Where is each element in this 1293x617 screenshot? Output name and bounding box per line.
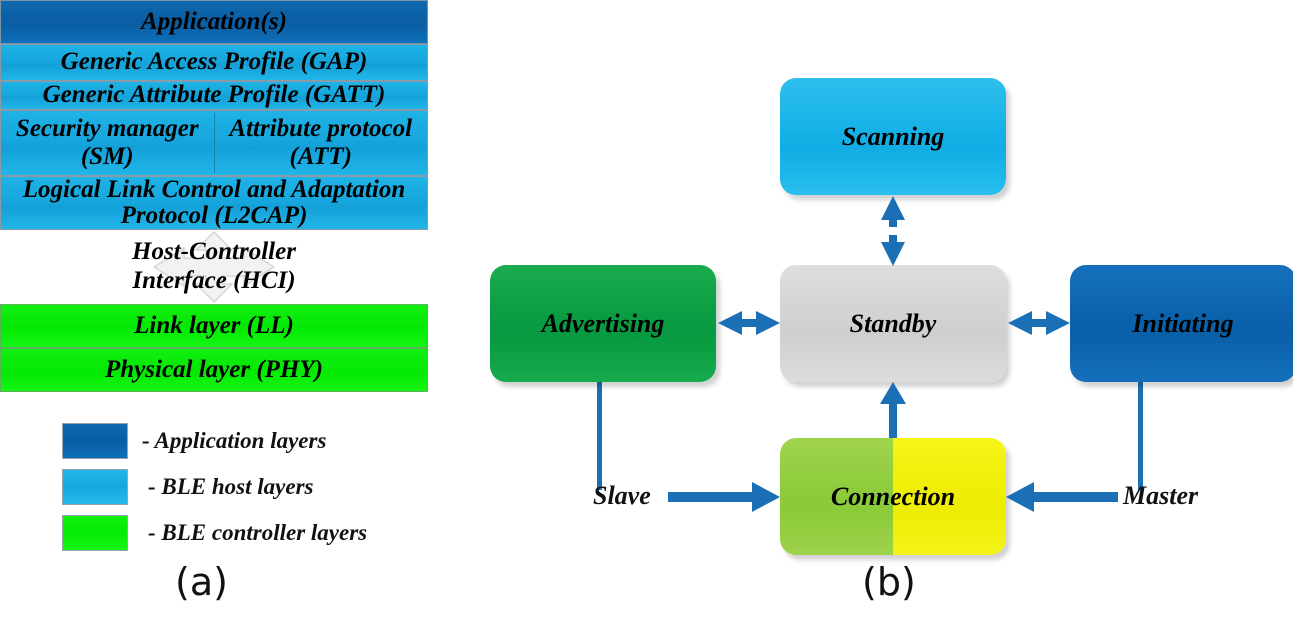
stack-row-label: Logical Link Control and Adaptation Prot…	[22, 175, 406, 229]
stack-cell-attribute-protocol: Attribute protocol (ATT)	[215, 113, 428, 173]
state-label: Standby	[849, 308, 937, 338]
legend-swatch-ble-controller	[62, 515, 128, 551]
legend-item-ble-host-layers: - BLE host layers	[62, 464, 432, 510]
legend-item-ble-controller-layers: - BLE controller layers	[62, 510, 432, 556]
legend: - Application layers - BLE host layers -…	[62, 418, 432, 556]
stack-row-label: Link layer (LL)	[134, 311, 294, 339]
state-label: Advertising	[541, 308, 665, 338]
edge-label-master: Master	[1123, 481, 1199, 510]
panel-a-caption: (a)	[175, 560, 228, 604]
stack-row-gatt: Generic Attribute Profile (GATT)	[0, 81, 428, 110]
legend-label: - Application layers	[142, 428, 327, 453]
stack-row-l2cap: Logical Link Control and Adaptation Prot…	[0, 176, 428, 230]
stack-row-label: Application(s)	[141, 7, 287, 35]
state-box-standby[interactable]: Standby	[780, 265, 1006, 382]
stack-row-sm-att: Security manager (SM) Attribute protocol…	[0, 110, 428, 176]
hci-label-line1: Host-Controller	[132, 238, 296, 266]
arrow-slave-to-connection	[668, 482, 780, 512]
state-box-scanning[interactable]: Scanning	[780, 78, 1006, 195]
stack-row-application: Application(s)	[0, 0, 428, 44]
legend-item-application-layers: - Application layers	[62, 418, 432, 464]
stack-cell-label: Attribute protocol (ATT)	[229, 115, 413, 170]
stack-cell-label: Security manager (SM)	[15, 115, 199, 170]
arrow-connection-to-standby	[880, 382, 906, 440]
edge-label-slave: Slave	[593, 481, 651, 510]
state-box-connection[interactable]: Connection	[780, 438, 1006, 555]
legend-label: - BLE host layers	[148, 474, 314, 499]
arrow-standby-scanning	[881, 196, 905, 266]
state-label: Initiating	[1132, 308, 1234, 338]
stack-row-gap: Generic Access Profile (GAP)	[0, 44, 428, 81]
hci-label-line2: Interface (HCI)	[132, 267, 296, 294]
stack-row-link-layer: Link layer (LL)	[0, 304, 428, 348]
arrow-advertising-standby	[718, 311, 780, 335]
state-box-initiating[interactable]: Initiating	[1070, 265, 1293, 382]
stack-cell-security-manager: Security manager (SM)	[1, 113, 215, 173]
stack-row-label: Physical layer (PHY)	[105, 355, 323, 383]
state-label: Scanning	[841, 121, 945, 151]
ble-protocol-stack-panel: Application(s) Generic Access Profile (G…	[0, 0, 440, 617]
state-label: Connection	[830, 481, 956, 511]
host-controller-interface-band: Host-Controller Interface (HCI)	[0, 230, 428, 304]
arrow-master-to-connection	[1006, 482, 1118, 512]
stack-row-label: Generic Attribute Profile (GATT)	[42, 81, 386, 109]
hci-label: Host-Controller Interface (HCI)	[132, 238, 296, 296]
arrow-standby-initiating	[1008, 311, 1070, 335]
state-box-advertising[interactable]: Advertising	[490, 265, 716, 382]
legend-swatch-ble-host	[62, 469, 128, 505]
ble-state-machine-panel: Scanning Advertising Standby Initiating …	[440, 0, 1293, 617]
stack-row-physical-layer: Physical layer (PHY)	[0, 348, 428, 392]
legend-label: - BLE controller layers	[148, 520, 368, 545]
panel-b-caption: (b)	[862, 560, 916, 604]
stack-row-label: Generic Access Profile (GAP)	[60, 48, 368, 76]
legend-swatch-application	[62, 423, 128, 459]
